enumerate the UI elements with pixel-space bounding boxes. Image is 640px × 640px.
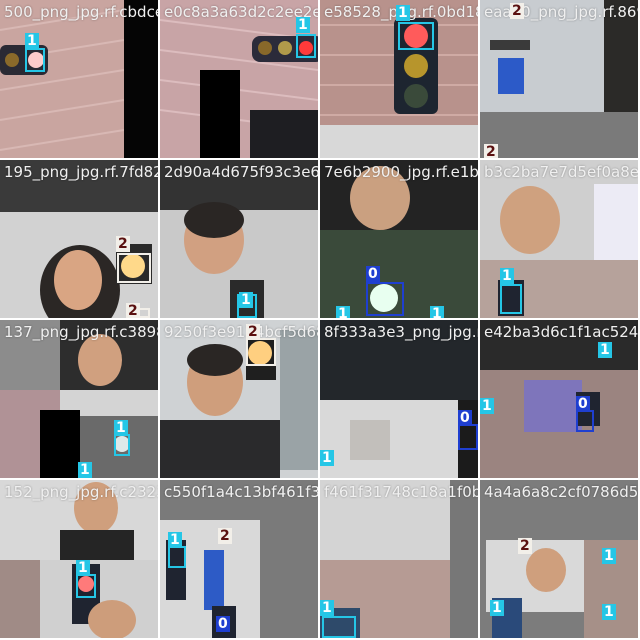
mosaic-tile-9: 1 1 137_png_jpg.rf.c38983250f3e9134bcf5d <box>0 320 158 478</box>
tile-10-image <box>160 320 318 478</box>
detection-box <box>25 48 45 72</box>
image-filename: c550f1a4c13bf461f31748 <box>164 483 318 501</box>
class-label: 1 <box>114 420 128 436</box>
mosaic-tile-1: 1 500_png_jpg.rf.cbdce0c8a3a63d2c2ee28e5… <box>0 0 158 158</box>
image-filename: f461f31748c18a1f0bc16a4a <box>324 483 478 501</box>
detection-box <box>576 410 594 432</box>
tile-2-image <box>160 0 318 158</box>
tile-5-image <box>0 160 158 318</box>
class-label: 2 <box>510 3 524 19</box>
class-label: 2 <box>518 538 532 554</box>
image-filename: 152_png_jpg.rf.c2323dc550f1a4c13b1 <box>4 483 158 501</box>
image-filename: 500_png_jpg.rf.cbdce0c8a3a63d2c2ee28e58 <box>4 3 158 21</box>
class-label: 0 <box>366 266 380 282</box>
tile-9-image <box>0 320 158 478</box>
image-filename: eaa10_png_jpg.rf.8698b3a7b1e5 <box>484 3 638 21</box>
tile-1-image <box>0 0 158 158</box>
class-label: 1 <box>602 604 616 620</box>
tile-4-image <box>480 0 638 158</box>
mosaic-grid: 1 500_png_jpg.rf.cbdce0c8a3a63d2c2ee28e5… <box>0 0 640 640</box>
class-label: 1 <box>598 342 612 358</box>
mosaic-tile-12: 1 1 0 e42ba3d6c1f1ac524ef92 <box>480 320 638 478</box>
class-label: 1 <box>500 268 514 284</box>
image-filename: 4a4a6a8c2cf0786d5f3318230 <box>484 483 638 501</box>
class-label: 2 <box>116 236 130 252</box>
image-filename: e42ba3d6c1f1ac524ef92 <box>484 323 638 341</box>
class-label: 1 <box>25 33 39 49</box>
detection-box <box>322 616 356 638</box>
image-filename: 9250f3e9134bcf5d6832 <box>164 323 318 341</box>
image-filename: 195_png_jpg.rf.7fd82690a4d675f3d3e0e6 <box>4 163 158 181</box>
class-label: 1 <box>239 292 253 308</box>
detection-box <box>117 253 151 283</box>
class-label: 1 <box>396 5 410 21</box>
image-filename: b3c2ba7e7d5ef0a8e72 <box>484 163 638 181</box>
class-label: 1 <box>76 560 90 576</box>
class-label: 1 <box>168 532 182 548</box>
class-label: 2 <box>246 324 260 340</box>
class-label: 1 <box>490 600 504 616</box>
detection-box <box>168 546 186 568</box>
mosaic-tile-16: 2 1 1 1 4a4a6a8c2cf0786d5f3318230 <box>480 480 638 638</box>
mosaic-tile-4: 2 2 eaa10_png_jpg.rf.8698b3a7b1e5 <box>480 0 638 158</box>
mosaic-tile-8: 1 b3c2ba7e7d5ef0a8e72 <box>480 160 638 318</box>
tile-12-image <box>480 320 638 478</box>
class-label: 2 <box>484 144 498 158</box>
image-filename: e0c8a3a63d2c2ee2e8e28e5cd4b3 <box>164 3 318 21</box>
mosaic-tile-5: 2 2 195_png_jpg.rf.7fd82690a4d675f3d3e0e… <box>0 160 158 318</box>
detection-box <box>366 282 404 316</box>
mosaic-tile-7: 0 1 1 0 7e6b2900_jpg.rf.e1bb3c2ba7 <box>320 160 478 318</box>
image-filename: 2d90a4d675f93c3e6e7669b29 <box>164 163 318 181</box>
class-label: 1 <box>320 450 334 466</box>
class-label: 1 <box>480 398 494 414</box>
class-label: 1 <box>336 306 350 318</box>
class-label: 0 <box>216 616 230 632</box>
detection-box <box>458 424 478 450</box>
detection-box <box>246 338 276 366</box>
mosaic-tile-2: 1 e0c8a3a63d2c2ee2e8e28e5cd4b3 <box>160 0 318 158</box>
class-label: 2 <box>126 303 140 318</box>
class-label: 1 <box>320 600 334 616</box>
mosaic-tile-10: 2 9250f3e9134bcf5d6832 <box>160 320 318 478</box>
class-label: 0 <box>576 396 590 412</box>
tile-13-image <box>0 480 158 638</box>
image-filename: 7e6b2900_jpg.rf.e1bb3c2ba7 <box>324 163 478 181</box>
detection-box <box>76 574 96 598</box>
class-label: 0 <box>458 410 472 426</box>
mosaic-tile-11: 0 1 8f333a3e3_png_jpg.rf.5e42 <box>320 320 478 478</box>
class-label: 1 <box>296 17 310 33</box>
class-label: 1 <box>430 306 444 318</box>
class-label: 1 <box>78 462 92 478</box>
detection-box <box>114 434 130 456</box>
mosaic-tile-13: 1 152_png_jpg.rf.c2323dc550f1a4c13b1 <box>0 480 158 638</box>
detection-box <box>500 284 522 314</box>
image-filename: 8f333a3e3_png_jpg.rf.5e42 <box>324 323 478 341</box>
image-filename: 137_png_jpg.rf.c38983250f3e9134bcf5d <box>4 323 158 341</box>
class-label: 2 <box>218 528 232 544</box>
class-label: 1 <box>602 548 616 564</box>
detection-box <box>398 22 434 50</box>
mosaic-tile-6: 1 2d90a4d675f93c3e6e7669b29 <box>160 160 318 318</box>
mosaic-tile-14: 1 2 0 c550f1a4c13bf461f31748 <box>160 480 318 638</box>
detection-box <box>296 34 316 58</box>
tile-15-image <box>320 480 478 638</box>
mosaic-tile-15: 1 f461f31748c18a1f0bc16a4a <box>320 480 478 638</box>
mosaic-tile-3: 1 e58528_png.rf.0bd1812b2e4a <box>320 0 478 158</box>
tile-11-image <box>320 320 478 478</box>
